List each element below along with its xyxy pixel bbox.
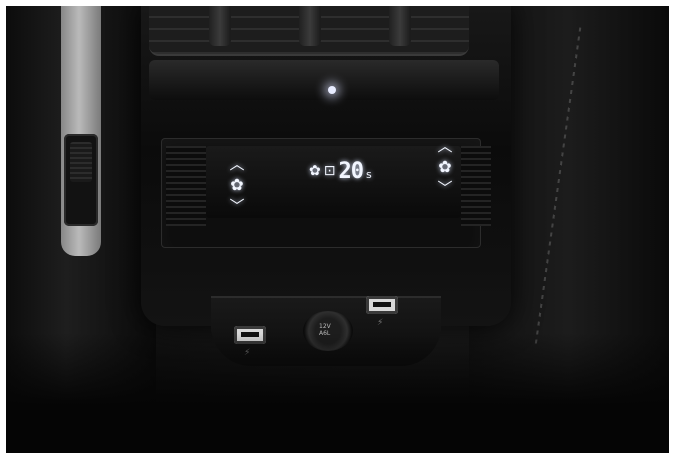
left-fan-icon: ✿ [230, 175, 244, 194]
usb-port-right[interactable] [366, 296, 398, 314]
display-lock-icon: ⊡ [323, 163, 336, 179]
left-fan-control: ︿ ✿ ﹀ [222, 156, 252, 214]
seatbelt-clip [64, 134, 98, 226]
left-fan-down-button[interactable]: ﹀ [222, 198, 252, 214]
floor-shadow [6, 333, 669, 453]
vent-fin [209, 6, 231, 46]
ambient-led [328, 86, 336, 94]
socket-voltage: 12V [319, 323, 331, 330]
right-fan-down-button[interactable]: ﹀ [430, 180, 460, 196]
left-fan-up-button[interactable]: ︿ [222, 156, 252, 172]
display-unit: s [365, 167, 372, 181]
gloss-trim [149, 60, 499, 100]
right-fan-control: ︿ ✿ ﹀ [430, 138, 460, 196]
right-fan-icon: ✿ [438, 157, 452, 176]
usb-icon: ⚡ [377, 318, 384, 328]
photo-frame: ︿ ✿ ﹀ ✿ ⊡ 20 s ︿ ✿ ﹀ ⚡ ⚡ 12V A6L [6, 6, 669, 453]
vent-fin [389, 6, 411, 46]
right-fan-up-button[interactable]: ︿ [430, 138, 460, 154]
panel-grille-right [461, 146, 491, 226]
display-fan-icon: ✿ [309, 163, 321, 179]
air-vent[interactable] [149, 6, 469, 56]
panel-grille-left [166, 146, 206, 226]
display-value: 20 [338, 158, 363, 184]
climate-display: ✿ ⊡ 20 s [309, 158, 372, 184]
vent-fin [299, 6, 321, 46]
